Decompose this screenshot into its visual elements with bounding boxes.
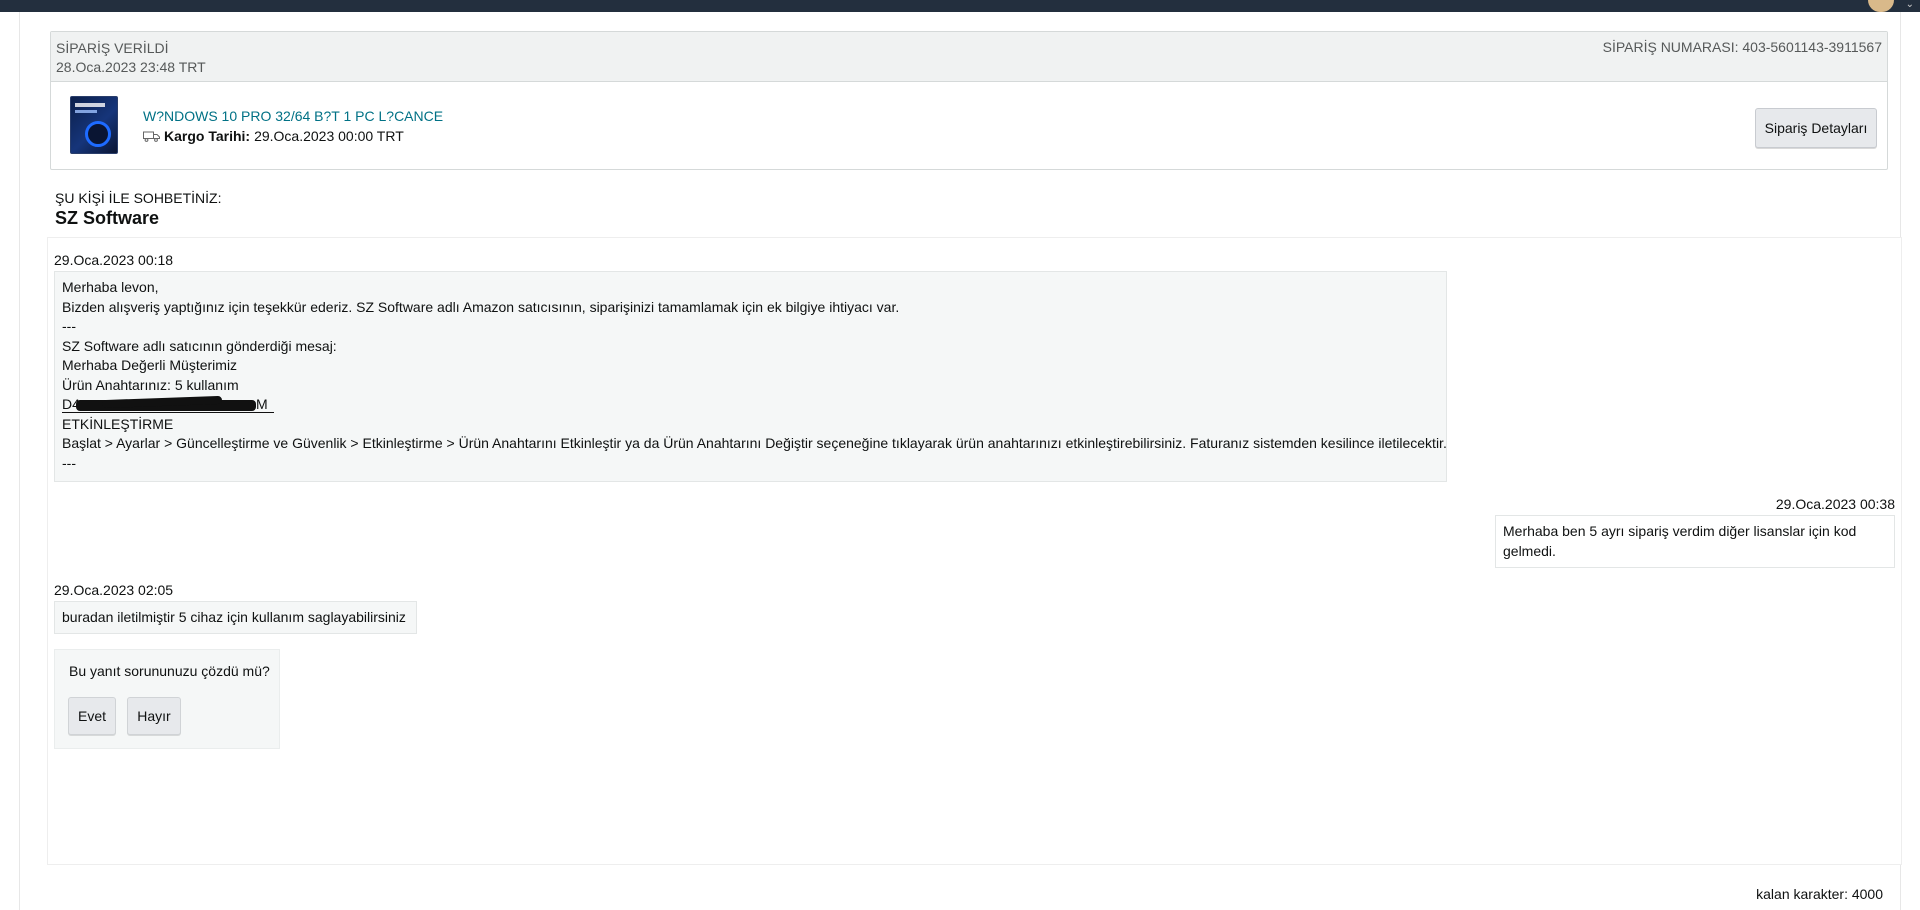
message-line: Merhaba ben 5 ayrı sipariş verdim diğer … [1503,523,1857,539]
message-line: Ürün Anahtarınız: 5 kullanım [62,376,239,393]
order-details-button[interactable]: Sipariş Detayları [1755,108,1877,148]
feedback-yes-button[interactable]: Evet [68,697,116,735]
product-image[interactable] [70,96,118,154]
avatar[interactable] [1868,0,1894,12]
product-key-line: D4 M [62,395,1439,415]
message-line: ETKİNLEŞTİRME [62,415,174,432]
redacted-product-key: D4 M [62,396,274,414]
shipping-date-line: Kargo Tarihi: 29.Oca.2023 00:00 TRT [143,128,404,144]
message-timestamp: 29.Oca.2023 00:18 [54,252,174,268]
feedback-question: Bu yanıt sorununuzu çözdü mü? [69,663,270,679]
chat-with-label: ŞU KİŞİ İLE SOHBETİNİZ: [55,190,222,206]
message-line: gelmedi. [1503,542,1556,559]
product-image-stripe [75,103,105,107]
user-message: Merhaba ben 5 ayrı sipariş verdim diğer … [1495,515,1895,568]
product-key-underline [62,412,274,414]
product-image-stripe [75,110,97,113]
message-line: SZ Software adlı satıcının gönderdiği me… [62,337,337,354]
top-navigation-bar: ⌄ [0,0,1920,12]
shipping-date-label: Kargo Tarihi: [164,128,251,144]
message-line: buradan iletilmiştir 5 cihaz için kullan… [62,609,406,625]
message-line: Merhaba Değerli Müşterimiz [62,357,238,373]
message-line: Bizden alışveriş yaptığınız için teşekkü… [62,298,900,315]
seller-name: SZ Software [55,208,160,228]
order-header: SİPARİŞ VERİLDİ 28.Oca.2023 23:48 TRT Sİ… [51,32,1887,82]
feedback-panel: Bu yanıt sorununuzu çözdü mü? Evet Hayır [54,649,280,749]
order-card: SİPARİŞ VERİLDİ 28.Oca.2023 23:48 TRT Sİ… [50,31,1888,170]
seller-message: Merhaba levon, Bizden alışveriş yaptığın… [54,271,1447,482]
truck-icon [143,131,160,142]
product-title-link[interactable]: W?NDOWS 10 PRO 32/64 B?T 1 PC L?CANCE [143,108,443,124]
feedback-no-button[interactable]: Hayır [127,697,181,735]
message-timestamp: 29.Oca.2023 00:38 [1775,496,1895,512]
order-body: W?NDOWS 10 PRO 32/64 B?T 1 PC L?CANCE Ka… [51,82,1887,170]
message-line: Merhaba levon, [62,279,159,295]
message-line: --- [62,318,76,334]
order-placed-date: 28.Oca.2023 23:48 TRT [56,59,206,75]
seller-message: buradan iletilmiştir 5 cihaz için kullan… [54,601,417,634]
page-container: SİPARİŞ VERİLDİ 28.Oca.2023 23:48 TRT Sİ… [19,12,1902,910]
chevron-down-icon[interactable]: ⌄ [1906,0,1914,10]
shipping-date-value: 29.Oca.2023 00:00 TRT [254,128,404,144]
message-line: --- [62,454,76,471]
remaining-characters-counter: kalan karakter: 4000 [1756,886,1883,902]
message-line: Başlat > Ayarlar > Güncelleştirme ve Güv… [62,435,1447,451]
message-timestamp: 29.Oca.2023 02:05 [54,582,174,598]
order-number: SİPARİŞ NUMARASI: 403-5601143-3911567 [1602,39,1882,55]
conversation-thread: 29.Oca.2023 00:18 Merhaba levon, Bizden … [47,237,1902,865]
product-image-disc [85,121,111,147]
